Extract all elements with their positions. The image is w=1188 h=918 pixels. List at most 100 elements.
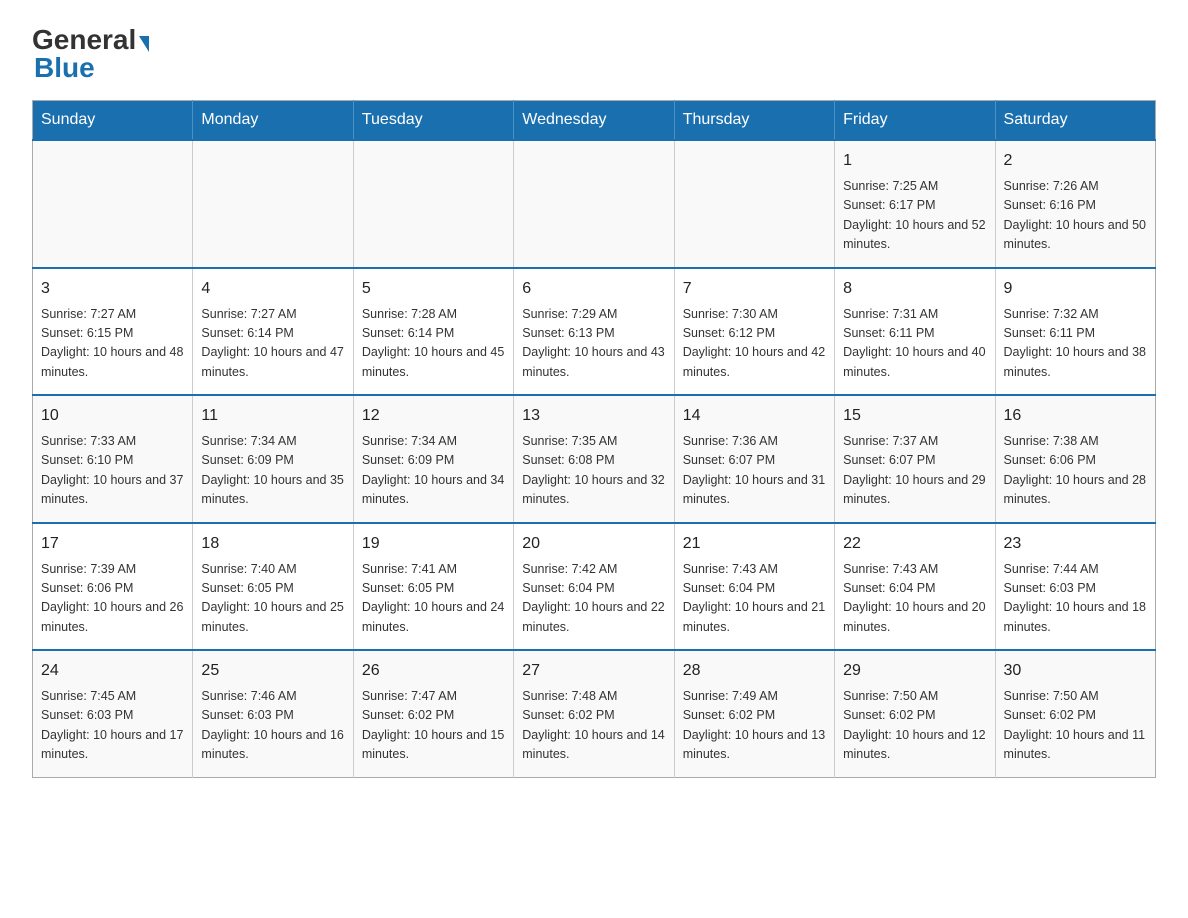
day-number: 11 [201, 404, 344, 428]
col-header-saturday: Saturday [995, 101, 1155, 141]
day-info: Sunrise: 7:31 AMSunset: 6:11 PMDaylight:… [843, 305, 986, 383]
day-info: Sunrise: 7:47 AMSunset: 6:02 PMDaylight:… [362, 687, 505, 765]
day-number: 15 [843, 404, 986, 428]
calendar-cell: 16 Sunrise: 7:38 AMSunset: 6:06 PMDayligh… [995, 395, 1155, 523]
day-number: 13 [522, 404, 665, 428]
calendar-cell: 1Sunrise: 7:25 AMSunset: 6:17 PMDaylight… [835, 140, 995, 268]
day-info: Sunrise: 7:27 AMSunset: 6:14 PMDaylight:… [201, 305, 344, 383]
calendar-cell: 25 Sunrise: 7:46 AMSunset: 6:03 PMDayligh… [193, 650, 353, 777]
day-number: 26 [362, 659, 505, 683]
calendar-cell: 7 Sunrise: 7:30 AMSunset: 6:12 PMDaylight… [674, 268, 834, 396]
day-number: 25 [201, 659, 344, 683]
day-info: Sunrise: 7:45 AMSunset: 6:03 PMDaylight:… [41, 687, 184, 765]
calendar-cell: 26 Sunrise: 7:47 AMSunset: 6:02 PMDayligh… [353, 650, 513, 777]
day-number: 24 [41, 659, 184, 683]
calendar-cell: 30 Sunrise: 7:50 AMSunset: 6:02 PMDayligh… [995, 650, 1155, 777]
calendar-cell: 17 Sunrise: 7:39 AMSunset: 6:06 PMDayligh… [33, 523, 193, 651]
day-info: Sunrise: 7:35 AMSunset: 6:08 PMDaylight:… [522, 432, 665, 510]
calendar-cell: 11 Sunrise: 7:34 AMSunset: 6:09 PMDayligh… [193, 395, 353, 523]
day-number: 18 [201, 532, 344, 556]
calendar-cell: 6 Sunrise: 7:29 AMSunset: 6:13 PMDaylight… [514, 268, 674, 396]
day-info: Sunrise: 7:50 AMSunset: 6:02 PMDaylight:… [1004, 687, 1147, 765]
col-header-wednesday: Wednesday [514, 101, 674, 141]
calendar-cell: 13 Sunrise: 7:35 AMSunset: 6:08 PMDayligh… [514, 395, 674, 523]
day-info: Sunrise: 7:44 AMSunset: 6:03 PMDaylight:… [1004, 560, 1147, 638]
calendar-cell [353, 140, 513, 268]
header-row: SundayMondayTuesdayWednesdayThursdayFrid… [33, 101, 1156, 141]
day-info: Sunrise: 7:41 AMSunset: 6:05 PMDaylight:… [362, 560, 505, 638]
calendar-cell: 27 Sunrise: 7:48 AMSunset: 6:02 PMDayligh… [514, 650, 674, 777]
calendar-cell [193, 140, 353, 268]
day-number: 22 [843, 532, 986, 556]
calendar-cell: 3 Sunrise: 7:27 AMSunset: 6:15 PMDaylight… [33, 268, 193, 396]
day-info: Sunrise: 7:28 AMSunset: 6:14 PMDaylight:… [362, 305, 505, 383]
calendar-week-5: 24 Sunrise: 7:45 AMSunset: 6:03 PMDayligh… [33, 650, 1156, 777]
calendar-cell: 20 Sunrise: 7:42 AMSunset: 6:04 PMDayligh… [514, 523, 674, 651]
calendar-cell: 14 Sunrise: 7:36 AMSunset: 6:07 PMDayligh… [674, 395, 834, 523]
calendar-cell: 23 Sunrise: 7:44 AMSunset: 6:03 PMDayligh… [995, 523, 1155, 651]
col-header-tuesday: Tuesday [353, 101, 513, 141]
calendar-cell: 2 Sunrise: 7:26 AMSunset: 6:16 PMDaylight… [995, 140, 1155, 268]
day-info: Sunrise: 7:32 AMSunset: 6:11 PMDaylight:… [1004, 305, 1147, 383]
calendar-cell: 28Sunrise: 7:49 AMSunset: 6:02 PMDayligh… [674, 650, 834, 777]
day-number: 14 [683, 404, 826, 428]
day-number: 7 [683, 277, 826, 301]
calendar-cell: 15 Sunrise: 7:37 AMSunset: 6:07 PMDayligh… [835, 395, 995, 523]
day-number: 6 [522, 277, 665, 301]
day-number: 12 [362, 404, 505, 428]
calendar-cell [674, 140, 834, 268]
day-number: 10 [41, 404, 184, 428]
page-header: General Blue [32, 24, 1156, 84]
calendar-cell: 21Sunrise: 7:43 AMSunset: 6:04 PMDayligh… [674, 523, 834, 651]
calendar-cell: 9 Sunrise: 7:32 AMSunset: 6:11 PMDaylight… [995, 268, 1155, 396]
day-number: 29 [843, 659, 986, 683]
calendar-cell: 10Sunrise: 7:33 AMSunset: 6:10 PMDayligh… [33, 395, 193, 523]
calendar-week-4: 17 Sunrise: 7:39 AMSunset: 6:06 PMDayligh… [33, 523, 1156, 651]
col-header-sunday: Sunday [33, 101, 193, 141]
calendar-cell: 24 Sunrise: 7:45 AMSunset: 6:03 PMDayligh… [33, 650, 193, 777]
day-number: 30 [1004, 659, 1147, 683]
col-header-thursday: Thursday [674, 101, 834, 141]
calendar-cell: 29 Sunrise: 7:50 AMSunset: 6:02 PMDayligh… [835, 650, 995, 777]
day-number: 27 [522, 659, 665, 683]
day-info: Sunrise: 7:48 AMSunset: 6:02 PMDaylight:… [522, 687, 665, 765]
day-number: 9 [1004, 277, 1147, 301]
day-info: Sunrise: 7:27 AMSunset: 6:15 PMDaylight:… [41, 305, 184, 383]
calendar-cell: 8Sunrise: 7:31 AMSunset: 6:11 PMDaylight… [835, 268, 995, 396]
day-info: Sunrise: 7:25 AMSunset: 6:17 PMDaylight:… [843, 177, 986, 255]
calendar-cell: 5Sunrise: 7:28 AMSunset: 6:14 PMDaylight… [353, 268, 513, 396]
day-info: Sunrise: 7:36 AMSunset: 6:07 PMDaylight:… [683, 432, 826, 510]
day-info: Sunrise: 7:38 AMSunset: 6:06 PMDaylight:… [1004, 432, 1147, 510]
day-number: 4 [201, 277, 344, 301]
day-number: 3 [41, 277, 184, 301]
calendar-table: SundayMondayTuesdayWednesdayThursdayFrid… [32, 100, 1156, 778]
day-info: Sunrise: 7:34 AMSunset: 6:09 PMDaylight:… [362, 432, 505, 510]
day-info: Sunrise: 7:29 AMSunset: 6:13 PMDaylight:… [522, 305, 665, 383]
day-info: Sunrise: 7:39 AMSunset: 6:06 PMDaylight:… [41, 560, 184, 638]
day-number: 16 [1004, 404, 1147, 428]
day-info: Sunrise: 7:30 AMSunset: 6:12 PMDaylight:… [683, 305, 826, 383]
day-number: 17 [41, 532, 184, 556]
day-info: Sunrise: 7:40 AMSunset: 6:05 PMDaylight:… [201, 560, 344, 638]
calendar-header: SundayMondayTuesdayWednesdayThursdayFrid… [33, 101, 1156, 141]
day-info: Sunrise: 7:34 AMSunset: 6:09 PMDaylight:… [201, 432, 344, 510]
col-header-friday: Friday [835, 101, 995, 141]
day-info: Sunrise: 7:46 AMSunset: 6:03 PMDaylight:… [201, 687, 344, 765]
logo-blue-text: Blue [34, 52, 95, 83]
day-info: Sunrise: 7:26 AMSunset: 6:16 PMDaylight:… [1004, 177, 1147, 255]
logo-arrow-icon [139, 36, 149, 52]
logo: General Blue [32, 24, 149, 84]
col-header-monday: Monday [193, 101, 353, 141]
day-number: 20 [522, 532, 665, 556]
calendar-cell: 19 Sunrise: 7:41 AMSunset: 6:05 PMDayligh… [353, 523, 513, 651]
day-number: 23 [1004, 532, 1147, 556]
day-number: 19 [362, 532, 505, 556]
day-info: Sunrise: 7:42 AMSunset: 6:04 PMDaylight:… [522, 560, 665, 638]
day-info: Sunrise: 7:50 AMSunset: 6:02 PMDaylight:… [843, 687, 986, 765]
day-number: 28 [683, 659, 826, 683]
day-number: 2 [1004, 149, 1147, 173]
calendar-cell [514, 140, 674, 268]
calendar-cell: 12 Sunrise: 7:34 AMSunset: 6:09 PMDayligh… [353, 395, 513, 523]
day-info: Sunrise: 7:37 AMSunset: 6:07 PMDaylight:… [843, 432, 986, 510]
day-number: 21 [683, 532, 826, 556]
